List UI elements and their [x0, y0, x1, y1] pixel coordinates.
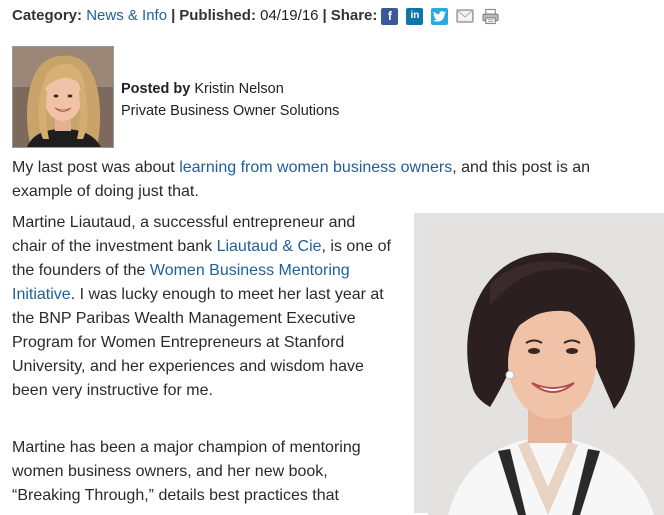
share-label: Share:: [330, 7, 378, 24]
separator: |: [171, 7, 176, 24]
print-icon[interactable]: [482, 8, 499, 25]
linkedin-icon[interactable]: in: [406, 7, 424, 25]
featured-photo: [428, 225, 664, 515]
author-byline: Posted by Kristin Nelson: [121, 78, 339, 100]
separator: |: [322, 7, 327, 24]
author-title: Private Business Owner Solutions: [121, 103, 340, 119]
facebook-glyph: f: [387, 9, 392, 23]
published-date: 04/19/16: [260, 7, 319, 24]
link-learning-from-women-business-owners[interactable]: learning from women business owners: [179, 159, 452, 176]
facebook-icon[interactable]: f: [381, 7, 399, 25]
p1-text-before: My last post was about: [12, 159, 180, 176]
category-link[interactable]: News & Info: [86, 5, 167, 27]
share-icons: f in: [381, 7, 507, 25]
email-icon[interactable]: [456, 9, 475, 23]
post-meta-bar: Category: News & Info | Published: 04/19…: [12, 5, 507, 27]
author-name: Kristin Nelson: [194, 81, 284, 97]
article-paragraph-1: My last post was about learning from wom…: [12, 156, 652, 204]
link-liautaud-cie[interactable]: Liautaud & Cie: [217, 238, 322, 255]
posted-by-label: Posted by: [121, 81, 191, 97]
author-info: Posted by Kristin Nelson Private Busines…: [121, 78, 339, 122]
author-avatar: [12, 46, 114, 148]
twitter-icon[interactable]: [431, 7, 449, 25]
linkedin-glyph: in: [410, 10, 420, 21]
article-paragraph-2: Martine Liautaud, a successful entrepren…: [12, 211, 392, 403]
article-paragraph-3: Martine has been a major champion of men…: [12, 439, 361, 504]
category-label: Category:: [12, 7, 83, 24]
published-label: Published:: [179, 7, 256, 24]
